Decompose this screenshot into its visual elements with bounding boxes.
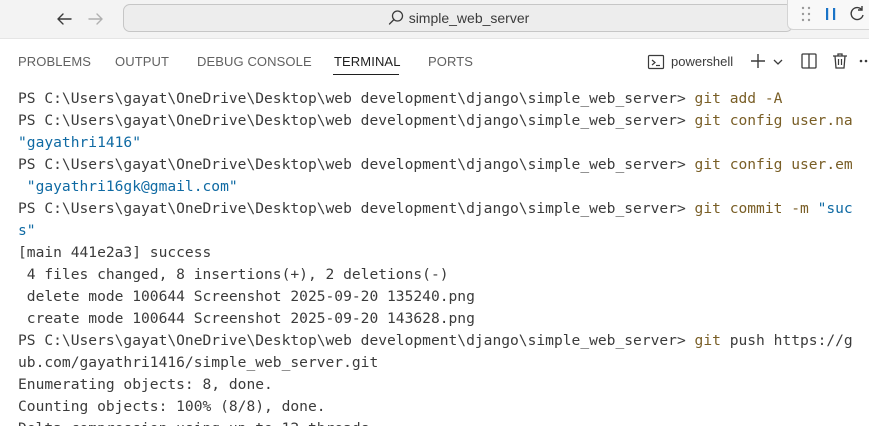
- terminal-argument: "suc: [817, 200, 853, 217]
- terminal-command: git add -A: [694, 90, 783, 107]
- terminal-output-text: Delta compression using up to 12 threads: [18, 420, 369, 426]
- terminal-line: PS C:\Users\gayat\OneDrive\Desktop\web d…: [18, 198, 869, 220]
- tab-terminal[interactable]: TERMINAL: [334, 54, 401, 69]
- drag-grip-icon[interactable]: [801, 5, 811, 28]
- terminal-line: s": [18, 220, 869, 242]
- terminal-line: Counting objects: 100% (8/8), done.: [18, 396, 869, 418]
- terminal-argument: push https://g: [729, 332, 853, 349]
- terminal-command: git: [694, 332, 721, 349]
- terminal-string: "gayathri16gk@gmail.com": [18, 178, 238, 195]
- trash-icon[interactable]: [830, 51, 850, 76]
- more-actions-icon[interactable]: [858, 51, 869, 76]
- terminal-command: git config user.em: [694, 156, 853, 173]
- terminal-string: s": [18, 222, 36, 239]
- command-center-label: simple_web_server: [408, 10, 530, 26]
- terminal-line: delete mode 100644 Screenshot 2025-09-20…: [18, 286, 869, 308]
- terminal-line: PS C:\Users\gayat\OneDrive\Desktop\web d…: [18, 110, 869, 132]
- terminal-prompt: PS C:\Users\gayat\OneDrive\Desktop\web d…: [18, 200, 695, 217]
- terminal-output[interactable]: PS C:\Users\gayat\OneDrive\Desktop\web d…: [18, 88, 869, 426]
- new-terminal-icon[interactable]: [748, 51, 768, 76]
- terminal-output-text: delete mode 100644 Screenshot 2025-09-20…: [18, 288, 475, 305]
- restart-icon[interactable]: [848, 5, 866, 28]
- terminal-line: ub.com/gayathri1416/simple_web_server.gi…: [18, 352, 869, 374]
- back-button[interactable]: [52, 7, 76, 31]
- debug-toolbar: [787, 0, 869, 30]
- terminal-command: git config user.na: [694, 112, 853, 129]
- tab-output[interactable]: OUTPUT: [115, 54, 169, 69]
- terminal-line: create mode 100644 Screenshot 2025-09-20…: [18, 308, 869, 330]
- split-terminal-icon[interactable]: [799, 51, 819, 76]
- terminal-icon[interactable]: [647, 53, 665, 76]
- terminal-output-text: ub.com/gayathri1416/simple_web_server.gi…: [18, 354, 379, 371]
- terminal-line: [main 441e2a3] success: [18, 242, 869, 264]
- terminal-output-text: Enumerating objects: 8, done.: [18, 376, 273, 393]
- terminal-output-text: create mode 100644 Screenshot 2025-09-20…: [18, 310, 475, 327]
- active-tab-indicator: [333, 74, 399, 75]
- chevron-down-icon[interactable]: [772, 55, 784, 73]
- terminal-output-text: [main 441e2a3] success: [18, 244, 212, 261]
- terminal-prompt: PS C:\Users\gayat\OneDrive\Desktop\web d…: [18, 90, 695, 107]
- terminal-output-text: 4 files changed, 8 insertions(+), 2 dele…: [18, 266, 449, 283]
- terminal-string: "gayathri1416": [18, 134, 142, 151]
- forward-button[interactable]: [84, 7, 108, 31]
- terminal-line: Enumerating objects: 8, done.: [18, 374, 869, 396]
- terminal-prompt: PS C:\Users\gayat\OneDrive\Desktop\web d…: [18, 332, 695, 349]
- terminal-line: "gayathri16gk@gmail.com": [18, 176, 869, 198]
- terminal-output-text: Counting objects: 100% (8/8), done.: [18, 398, 326, 415]
- terminal-prompt: PS C:\Users\gayat\OneDrive\Desktop\web d…: [18, 156, 695, 173]
- terminal-line: PS C:\Users\gayat\OneDrive\Desktop\web d…: [18, 88, 869, 110]
- terminal-line: "gayathri1416": [18, 132, 869, 154]
- arrow-left-icon: [57, 13, 72, 25]
- terminal-command: git commit -m: [694, 200, 809, 217]
- tab-problems[interactable]: PROBLEMS: [18, 54, 91, 69]
- tab-debug-console[interactable]: DEBUG CONSOLE: [197, 54, 312, 69]
- terminal-line: 4 files changed, 8 insertions(+), 2 dele…: [18, 264, 869, 286]
- terminal-line: Delta compression using up to 12 threads: [18, 418, 869, 426]
- arrow-right-icon: [88, 13, 103, 25]
- panel-header: PROBLEMS OUTPUT DEBUG CONSOLE TERMINAL P…: [0, 39, 869, 81]
- search-icon: [387, 9, 405, 27]
- shell-name-label[interactable]: powershell: [671, 54, 733, 69]
- command-center-search[interactable]: simple_web_server: [123, 4, 793, 32]
- pause-icon[interactable]: [823, 5, 839, 28]
- terminal-line: PS C:\Users\gayat\OneDrive\Desktop\web d…: [18, 330, 869, 352]
- tab-ports[interactable]: PORTS: [428, 54, 473, 69]
- terminal-prompt: PS C:\Users\gayat\OneDrive\Desktop\web d…: [18, 112, 695, 129]
- title-bar: simple_web_server: [0, 0, 869, 39]
- terminal-line: PS C:\Users\gayat\OneDrive\Desktop\web d…: [18, 154, 869, 176]
